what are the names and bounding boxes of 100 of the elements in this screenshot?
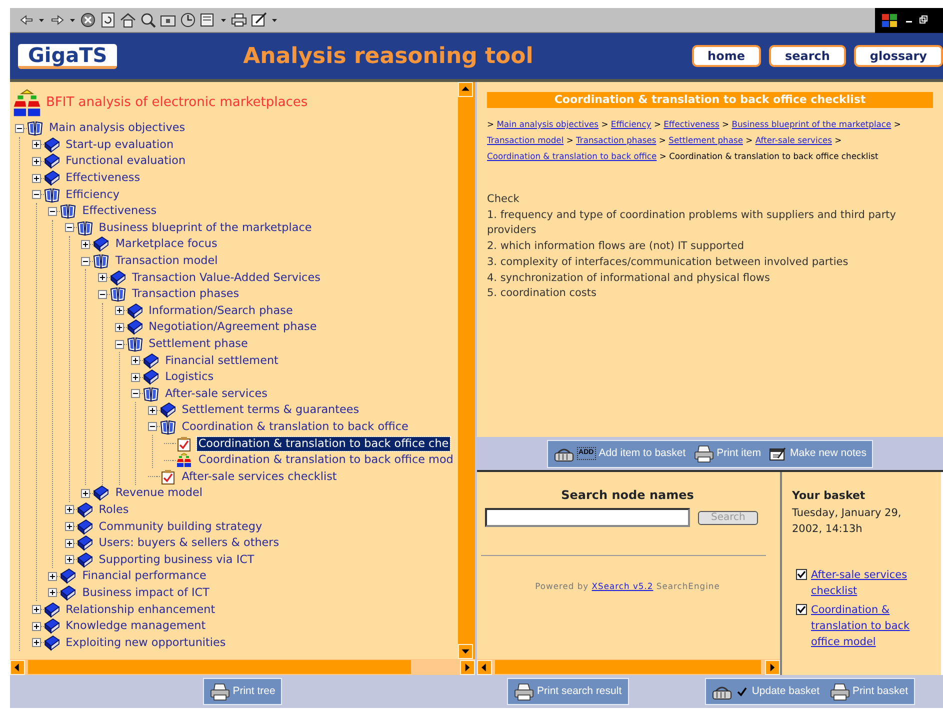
tree-item[interactable]: Financial settlement [164, 354, 280, 368]
scroll-thumb[interactable] [495, 660, 761, 674]
tree-item[interactable]: Roles [98, 502, 130, 517]
search-field[interactable] [485, 508, 690, 527]
edit-icon[interactable] [251, 12, 267, 28]
tree-item[interactable]: Revenue model [114, 486, 204, 500]
tree-item[interactable]: Supporting business via ICT [98, 552, 256, 567]
expand-toggle[interactable] [64, 538, 74, 548]
expand-toggle[interactable] [32, 622, 41, 631]
expand-toggle[interactable] [32, 174, 41, 183]
expand-toggle[interactable] [148, 406, 157, 415]
xsearch-link[interactable]: XSearch v5.2 [592, 581, 654, 591]
back-icon[interactable] [18, 12, 34, 28]
open-book-icon [44, 186, 60, 203]
breadcrumb-separator: > [659, 151, 666, 161]
horizontal-scrollbar[interactable] [477, 659, 780, 675]
breadcrumb-link[interactable]: Business blueprint of the marketplace [732, 119, 892, 129]
breadcrumb-link[interactable]: Main analysis objectives [496, 119, 599, 129]
tree-item[interactable]: Effectiveness [81, 204, 158, 218]
expand-toggle[interactable] [32, 605, 41, 614]
breadcrumb-link[interactable]: Transaction model [487, 135, 564, 145]
home-icon[interactable] [120, 12, 136, 28]
collapse-toggle[interactable] [15, 124, 24, 133]
breadcrumb-link[interactable]: Transaction phases [576, 135, 656, 145]
search-icon[interactable] [140, 12, 156, 28]
checkbox[interactable] [796, 568, 807, 580]
tree-item[interactable]: Business blueprint of the marketplace [98, 220, 313, 235]
tree-item[interactable]: Logistics [164, 370, 215, 384]
expand-toggle[interactable] [64, 555, 74, 564]
tree-item[interactable]: Transaction model [114, 254, 219, 268]
tree-item[interactable]: Transaction Value-Added Services [130, 270, 322, 285]
expand-toggle[interactable] [81, 488, 90, 498]
stop-icon[interactable] [80, 12, 96, 28]
tree-item[interactable]: Coordination & translation to back office mod [197, 453, 454, 468]
expand-toggle[interactable] [32, 140, 41, 150]
scroll-thumb[interactable] [28, 660, 411, 674]
tree-item[interactable]: Negotiation/Agreement phase [148, 320, 318, 334]
tree-item[interactable]: Coordination & translation to back office che [197, 436, 450, 451]
tree-item[interactable]: Transaction phases [130, 287, 240, 302]
tree-item[interactable]: Coordination & translation to back office [180, 420, 410, 434]
collapse-toggle[interactable] [48, 206, 58, 216]
collapse-toggle[interactable] [148, 422, 157, 432]
expand-toggle[interactable] [32, 638, 41, 648]
tree-item[interactable]: Knowledge management [64, 619, 207, 634]
tree-item[interactable]: Settlement terms & guarantees [180, 403, 360, 418]
collapse-toggle[interactable] [114, 340, 124, 349]
history-icon[interactable] [180, 12, 196, 28]
tree-item[interactable]: Settlement phase [148, 337, 249, 352]
expand-toggle[interactable] [98, 273, 107, 282]
breadcrumb-link[interactable]: After-sale services [755, 135, 832, 145]
expand-toggle[interactable] [114, 322, 124, 332]
expand-toggle[interactable] [131, 356, 140, 366]
expand-toggle[interactable] [64, 505, 74, 514]
expand-toggle[interactable] [48, 572, 58, 581]
tree-item[interactable]: Relationship enhancement [64, 602, 216, 617]
tree-item[interactable]: Business impact of ICT [81, 586, 210, 600]
expand-toggle[interactable] [131, 372, 140, 382]
tree-item[interactable]: Community building strategy [98, 520, 264, 534]
horizontal-scrollbar[interactable] [10, 659, 475, 675]
nav-button[interactable]: search [768, 45, 846, 67]
expand-toggle[interactable] [81, 240, 90, 249]
vertical-scrollbar[interactable] [458, 82, 475, 659]
nav-button[interactable]: home [692, 45, 761, 67]
breadcrumb-link[interactable]: Efficiency [610, 119, 652, 129]
expand-toggle[interactable] [114, 306, 124, 316]
tree-item[interactable]: Main analysis objectives [48, 121, 186, 136]
checkbox[interactable] [796, 604, 807, 614]
nav-button[interactable]: glossary [854, 45, 943, 67]
tree-item[interactable]: Start-up evaluation [64, 138, 175, 152]
tree-item[interactable]: Users: buyers & sellers & others [98, 536, 280, 550]
pyramid-icon [176, 452, 192, 468]
breadcrumb-link[interactable]: Settlement phase [668, 135, 743, 145]
forward-icon[interactable] [49, 12, 65, 28]
breadcrumb-separator: > [658, 135, 666, 145]
tree-item[interactable]: Exploiting new opportunities [64, 636, 227, 650]
collapse-toggle[interactable] [32, 190, 41, 200]
tree-item[interactable]: Financial performance [81, 569, 208, 584]
tree-item[interactable]: Efficiency [64, 188, 120, 202]
tree-item[interactable]: Functional evaluation [64, 154, 187, 168]
breadcrumb-link[interactable]: Coordination & translation to back office [487, 151, 657, 161]
expand-toggle[interactable] [64, 522, 74, 532]
expand-toggle[interactable] [48, 588, 58, 598]
refresh-icon[interactable] [100, 12, 116, 28]
basket-item-link[interactable]: Coordination & translation to back office model [811, 602, 933, 650]
search-heading: Search node names [560, 487, 695, 504]
tree-item[interactable]: After-sale services checklist [180, 470, 338, 484]
print-icon[interactable] [231, 12, 247, 28]
tree-item[interactable]: Effectiveness [64, 171, 142, 186]
breadcrumb-link[interactable]: Effectiveness [664, 119, 720, 129]
collapse-toggle[interactable] [81, 256, 90, 266]
basket-item-link[interactable]: After-sale services checklist [811, 566, 933, 598]
body-text: 5. coordination costs [487, 286, 598, 302]
tree-item[interactable]: Information/Search phase [148, 304, 294, 318]
expand-toggle[interactable] [32, 156, 41, 166]
restore-icon[interactable] [919, 15, 928, 25]
collapse-toggle[interactable] [64, 223, 74, 232]
collapse-toggle[interactable] [98, 290, 107, 299]
tree-item[interactable]: After-sale services [164, 386, 268, 401]
collapse-toggle[interactable] [131, 389, 140, 398]
tree-item[interactable]: Marketplace focus [114, 237, 218, 252]
